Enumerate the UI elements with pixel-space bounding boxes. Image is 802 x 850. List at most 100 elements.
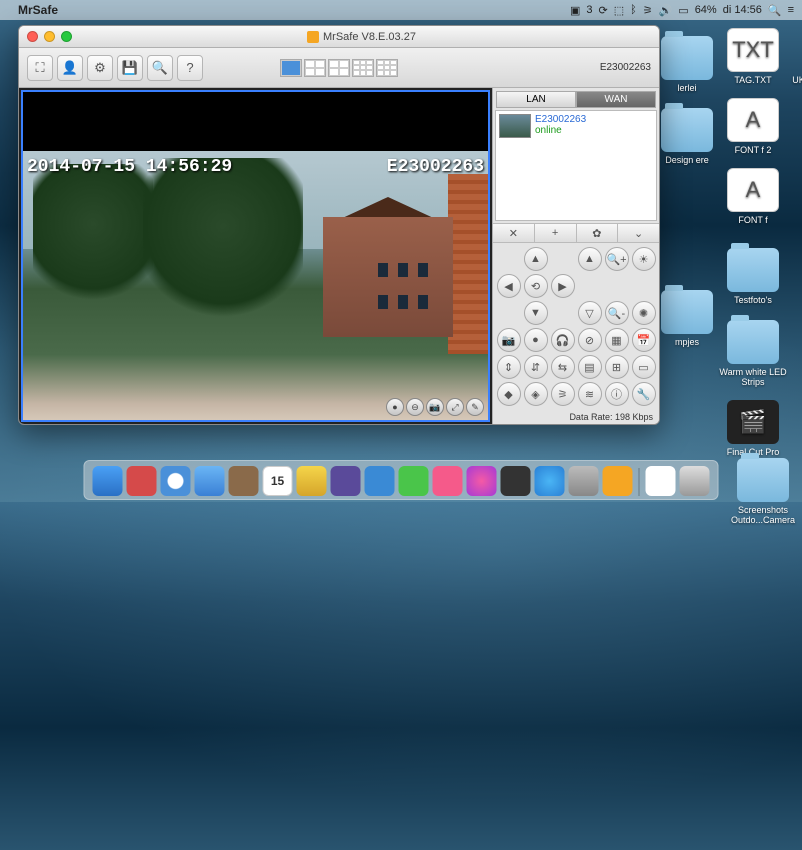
focus-far-button[interactable]: ☀ bbox=[632, 247, 656, 271]
zoom-in-button[interactable]: 🔍+ bbox=[605, 247, 629, 271]
folder-testfotos[interactable]: Testfoto's bbox=[718, 248, 788, 305]
ptz-home-button[interactable]: ⟲ bbox=[524, 274, 548, 298]
add-device-button[interactable]: + bbox=[535, 224, 577, 242]
save-button[interactable]: 💾 bbox=[117, 55, 143, 81]
audio-button[interactable]: 🎧 bbox=[551, 328, 575, 352]
settings-button[interactable]: ⚙ bbox=[87, 55, 113, 81]
ptz-left-button[interactable]: ◀ bbox=[497, 274, 521, 298]
dock-messages[interactable] bbox=[365, 466, 395, 496]
minimize-button[interactable] bbox=[44, 31, 55, 42]
layout-6-button[interactable] bbox=[328, 59, 350, 77]
device-settings-button[interactable]: ✿ bbox=[577, 224, 619, 242]
mirror-button[interactable]: ◆ bbox=[497, 382, 521, 406]
zoom-button[interactable] bbox=[61, 31, 72, 42]
video-snap-button[interactable]: 📷 bbox=[426, 398, 444, 416]
help-button[interactable]: ? bbox=[177, 55, 203, 81]
file-tag-txt[interactable]: TXTTAG.TXT bbox=[718, 28, 788, 85]
folder-screenshots[interactable]: Screenshots Outdo...Camera bbox=[718, 458, 802, 525]
mirror2-button[interactable]: ◈ bbox=[524, 382, 548, 406]
flip-h-button[interactable]: ⇵ bbox=[524, 355, 548, 379]
layout-4-button[interactable] bbox=[304, 59, 326, 77]
tab-lan[interactable]: LAN bbox=[496, 91, 576, 108]
dropbox-icon[interactable]: ⬚ bbox=[614, 4, 624, 17]
dock-itunes[interactable] bbox=[467, 466, 497, 496]
dock-safari[interactable] bbox=[161, 466, 191, 496]
dock-preferences[interactable] bbox=[569, 466, 599, 496]
dock-mrsafe[interactable] bbox=[603, 466, 633, 496]
app-blender[interactable]: bblender bbox=[788, 178, 802, 235]
dock-document[interactable] bbox=[646, 466, 676, 496]
tab-wan[interactable]: WAN bbox=[576, 91, 656, 108]
layout-16-button[interactable] bbox=[376, 59, 398, 77]
signal-button[interactable]: ≋ bbox=[578, 382, 602, 406]
calendar-button[interactable]: 📅 bbox=[632, 328, 656, 352]
iris-close-button[interactable]: ▽ bbox=[578, 301, 602, 325]
volume-icon[interactable]: 🔊 bbox=[659, 4, 673, 17]
battery-icon[interactable]: ▭ bbox=[678, 4, 688, 17]
layout-9-button[interactable] bbox=[352, 59, 374, 77]
video-edit-button[interactable]: ✎ bbox=[466, 398, 484, 416]
dock-mail[interactable] bbox=[195, 466, 225, 496]
app-final-cut-pro[interactable]: 🎬Final Cut Pro bbox=[718, 400, 788, 457]
wifi-button[interactable]: ⚞ bbox=[551, 382, 575, 406]
alarm-button[interactable]: ⊘ bbox=[578, 328, 602, 352]
sync-icon[interactable]: ⟳ bbox=[598, 4, 607, 17]
dock-launchpad[interactable] bbox=[127, 466, 157, 496]
device-list-item[interactable]: E23002263 online bbox=[496, 111, 656, 141]
fullscreen-button[interactable]: ⛶ bbox=[27, 55, 53, 81]
record-button[interactable]: ● bbox=[524, 328, 548, 352]
device-list[interactable]: E23002263 online bbox=[495, 110, 657, 221]
schedule-button[interactable]: ▦ bbox=[605, 328, 629, 352]
dock-contacts[interactable] bbox=[229, 466, 259, 496]
dock-calendar[interactable] bbox=[263, 466, 293, 496]
wifi-icon[interactable]: ⚞ bbox=[643, 4, 653, 17]
remove-device-button[interactable]: ✕ bbox=[493, 224, 535, 242]
ptz-up-button[interactable]: ▲ bbox=[524, 247, 548, 271]
folder-design[interactable]: Design ere bbox=[652, 108, 722, 165]
notifications-icon[interactable]: ≡ bbox=[788, 4, 794, 16]
video-stop-button[interactable]: ⊖ bbox=[406, 398, 424, 416]
menubar-clock[interactable]: di 14:56 bbox=[723, 4, 762, 16]
close-button[interactable] bbox=[27, 31, 38, 42]
folder-extra[interactable]: Extra bbox=[788, 320, 802, 377]
ptz-right-button[interactable]: ▶ bbox=[551, 274, 575, 298]
focus-near-button[interactable]: ✺ bbox=[632, 301, 656, 325]
sd-button[interactable]: ▭ bbox=[632, 355, 656, 379]
dock-reminders[interactable] bbox=[331, 466, 361, 496]
dock-notes[interactable] bbox=[297, 466, 327, 496]
info-button[interactable]: ⓘ bbox=[605, 382, 629, 406]
camera-feed[interactable]: 2014-07-15 14:56:29 E23002263 ● ⊖ 📷 ⤢ ✎ bbox=[21, 90, 490, 422]
dock-appstore[interactable] bbox=[535, 466, 565, 496]
file-uki-disc[interactable]: 💿UKI_DISC_2.dmg bbox=[788, 28, 802, 85]
user-button[interactable]: 👤 bbox=[57, 55, 83, 81]
flip-v-button[interactable]: ⇕ bbox=[497, 355, 521, 379]
tools-button[interactable]: 🔧 bbox=[632, 382, 656, 406]
layout-1-button[interactable] bbox=[280, 59, 302, 77]
dock-ibooks[interactable] bbox=[501, 466, 531, 496]
folder-dashcam[interactable]: Dashcam bbox=[788, 248, 802, 305]
search-button[interactable]: 🔍 bbox=[147, 55, 173, 81]
file-fontf[interactable]: AFONT f bbox=[718, 168, 788, 225]
video-rec-button[interactable]: ● bbox=[386, 398, 404, 416]
zoom-out-button[interactable]: 🔍- bbox=[605, 301, 629, 325]
patrol-h-button[interactable]: ⇆ bbox=[551, 355, 575, 379]
grid-button[interactable]: ⊞ bbox=[605, 355, 629, 379]
dock-facetime[interactable] bbox=[399, 466, 429, 496]
device-expand-button[interactable]: ⌄ bbox=[618, 224, 659, 242]
dock-finder[interactable] bbox=[93, 466, 123, 496]
snapshot-button[interactable]: 📷 bbox=[497, 328, 521, 352]
dock-photobooth[interactable] bbox=[433, 466, 463, 496]
ptz-down-button[interactable]: ▼ bbox=[524, 301, 548, 325]
bluetooth-icon[interactable]: ᛒ bbox=[630, 4, 637, 16]
folder-lerlei[interactable]: lerlei bbox=[652, 36, 722, 93]
iris-open-button[interactable]: ▲ bbox=[578, 247, 602, 271]
folder-warm-led[interactable]: Warm white LED Strips bbox=[718, 320, 788, 387]
window-titlebar[interactable]: MrSafe V8.E.03.27 bbox=[19, 26, 659, 48]
spotlight-icon[interactable]: 🔍 bbox=[768, 4, 782, 17]
video-expand-button[interactable]: ⤢ bbox=[446, 398, 464, 416]
file-font2[interactable]: AFONT f 2 bbox=[718, 98, 788, 155]
adobe-icon[interactable]: ▣ bbox=[570, 4, 580, 17]
menubar-app-name[interactable]: MrSafe bbox=[18, 3, 58, 17]
preset-button[interactable]: ▤ bbox=[578, 355, 602, 379]
dock-trash[interactable] bbox=[680, 466, 710, 496]
